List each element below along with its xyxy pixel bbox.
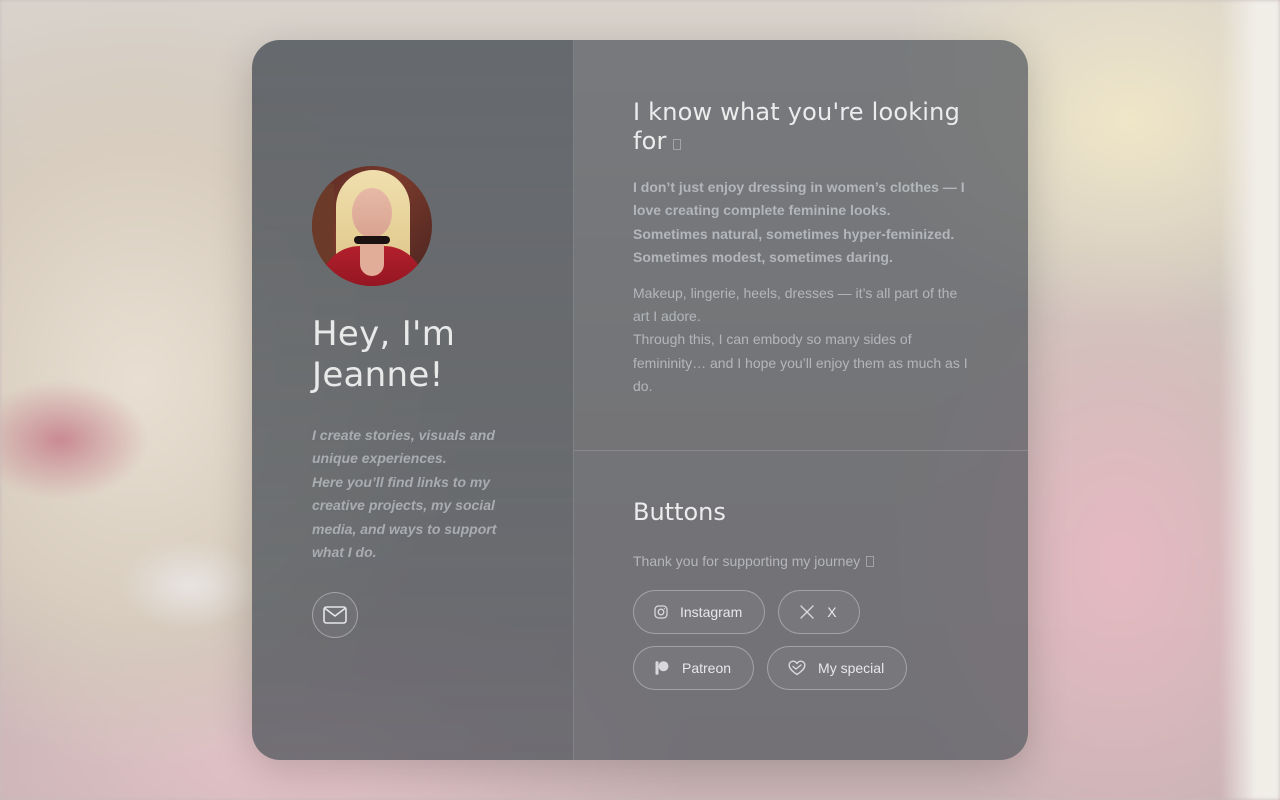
buttons-subtitle: Thank you for supporting my journey xyxy=(633,551,968,571)
email-button[interactable] xyxy=(312,592,358,639)
my-special-button[interactable]: My special xyxy=(767,646,908,690)
emoji-glyph xyxy=(866,556,875,567)
x-icon xyxy=(800,605,814,619)
background-wall xyxy=(1220,0,1280,800)
instagram-button[interactable]: Instagram xyxy=(633,590,766,634)
buttons-section: Buttons Thank you for supporting my jour… xyxy=(574,451,1028,760)
instagram-icon xyxy=(654,605,668,619)
about-lead: I don’t just enjoy dressing in women’s c… xyxy=(633,179,965,266)
profile-panel: Hey, I'm Jeanne! I create stories, visua… xyxy=(252,40,574,760)
patreon-label: Patreon xyxy=(682,660,732,676)
background-ribbon xyxy=(0,380,150,500)
emoji-glyph xyxy=(672,139,681,150)
x-button[interactable]: X xyxy=(778,590,860,634)
instagram-label: Instagram xyxy=(680,604,743,620)
about-body-line2: Through this, I can embody so many sides… xyxy=(633,331,968,395)
button-row: Patreon My special xyxy=(633,646,968,690)
profile-card: Hey, I'm Jeanne! I create stories, visua… xyxy=(252,40,1028,760)
about-body: Makeup, lingerie, heels, dresses — it’s … xyxy=(633,282,968,399)
profile-bio: I create stories, visuals and unique exp… xyxy=(312,424,513,564)
button-row: Instagram X xyxy=(633,590,968,634)
profile-bio-line1: I create stories, visuals and unique exp… xyxy=(312,427,495,467)
heart-icon xyxy=(788,660,806,676)
about-section: I know what you're looking for I don’t j… xyxy=(574,40,1028,451)
content-panel: I know what you're looking for I don’t j… xyxy=(574,40,1028,760)
about-body-line1: Makeup, lingerie, heels, dresses — it’s … xyxy=(633,284,958,325)
buttons-title: Buttons xyxy=(633,498,726,526)
envelope-icon xyxy=(323,606,347,625)
profile-bio-line2: Here you’ll find links to my creative pr… xyxy=(312,473,497,561)
patreon-button[interactable]: Patreon xyxy=(633,646,755,690)
patreon-icon xyxy=(655,661,669,675)
my-special-label: My special xyxy=(818,660,885,676)
background-pearls xyxy=(120,540,260,630)
avatar xyxy=(312,166,432,286)
x-label: X xyxy=(827,604,837,620)
profile-title: Hey, I'm Jeanne! xyxy=(312,314,456,395)
about-title: I know what you're looking for xyxy=(633,98,961,155)
